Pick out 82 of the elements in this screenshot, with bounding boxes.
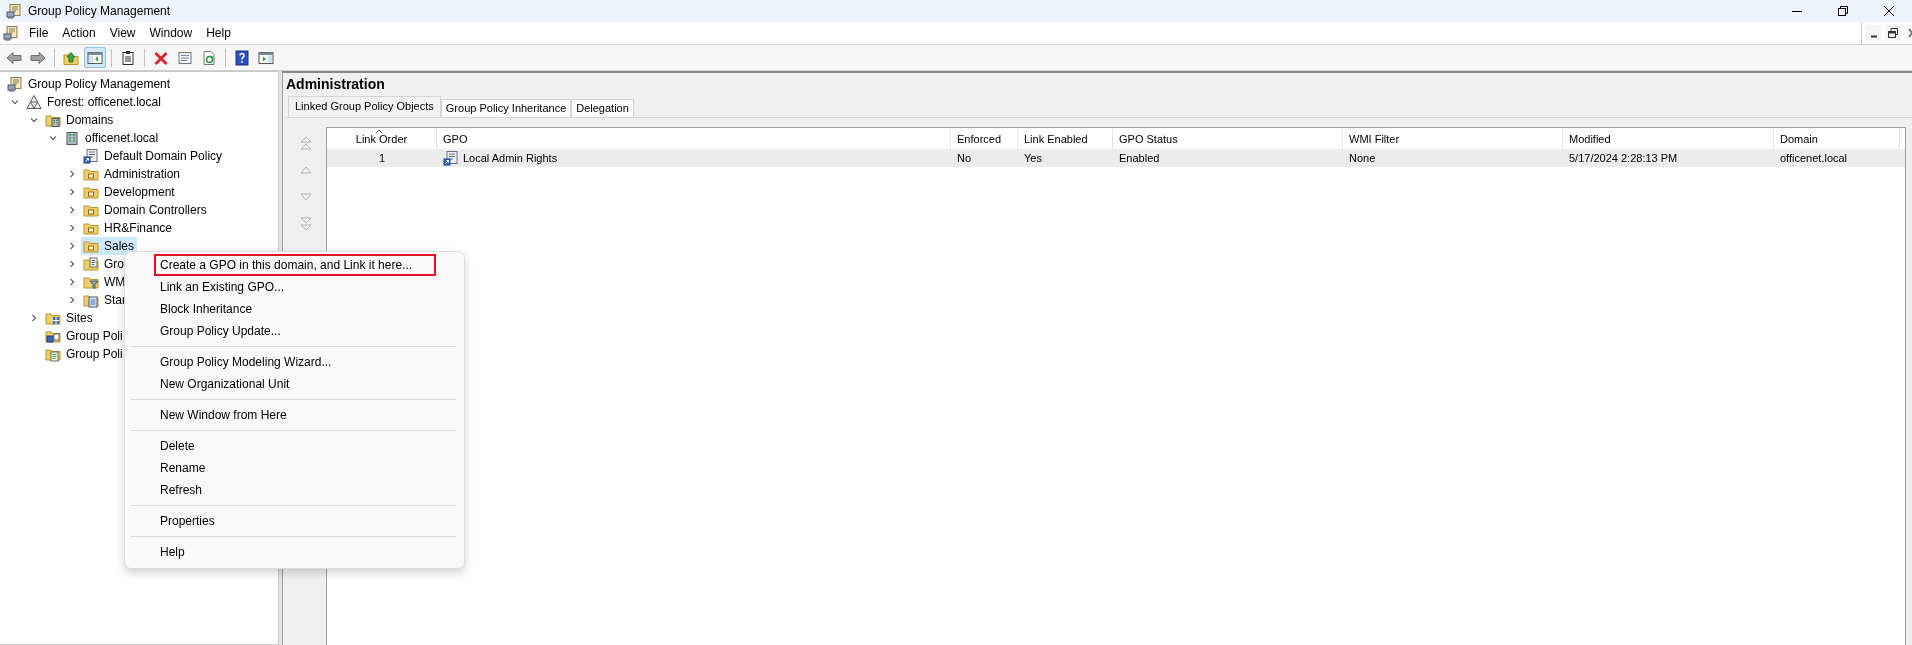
help-icon	[234, 49, 250, 66]
table-cell: No	[957, 152, 972, 164]
tree-item[interactable]: HR&Finance	[81, 219, 176, 237]
context-menu-item[interactable]: Delete	[154, 435, 436, 457]
menu-item[interactable]: File	[22, 23, 56, 43]
mdi-close-icon[interactable]	[1904, 25, 1912, 41]
folder-document-icon	[45, 346, 61, 362]
tree-item[interactable]: officenet.local	[62, 129, 162, 147]
scroll-icon	[7, 76, 23, 92]
table-cell: Yes	[1024, 152, 1042, 164]
refresh-icon	[201, 49, 217, 66]
up-folder-icon	[63, 49, 79, 66]
tree-item[interactable]: Domain Controllers	[81, 201, 210, 219]
context-menu-item[interactable]: Link an Existing GPO...	[154, 276, 436, 298]
building-icon	[64, 130, 80, 146]
context-menu-item[interactable]: Group Policy Modeling Wizard...	[154, 351, 436, 373]
tree-item[interactable]: Domains	[43, 111, 117, 129]
scroll-icon	[3, 25, 19, 41]
close-icon[interactable]	[1881, 3, 1897, 19]
tree-item[interactable]: Gro	[81, 255, 127, 273]
context-menu-item[interactable]: Refresh	[154, 479, 436, 501]
folder-icon	[83, 166, 99, 182]
context-menu-item[interactable]: Group Policy Update...	[154, 320, 436, 342]
tree-item[interactable]: Group Poli	[43, 345, 126, 363]
context-menu-item[interactable]: Rename	[154, 457, 436, 479]
mdi-restore-icon[interactable]	[1885, 25, 1901, 41]
menu-item[interactable]: Help	[199, 23, 238, 43]
window-title: Group Policy Management	[28, 4, 172, 18]
folder-icon	[83, 184, 99, 200]
menu-item[interactable]: View	[102, 23, 143, 43]
context-menu-item[interactable]: New Organizational Unit	[154, 373, 436, 395]
delete-icon	[153, 49, 169, 66]
tab[interactable]: Group Policy Inheritance	[440, 99, 572, 117]
context-menu-item[interactable]: Create a GPO in this domain, and Link it here...	[154, 254, 436, 276]
window-pane-icon	[87, 49, 103, 66]
forward-icon	[30, 49, 46, 66]
table-cell: Enabled	[1119, 152, 1160, 164]
folder-icon	[83, 238, 99, 254]
context-menu-item[interactable]: Properties	[154, 510, 436, 532]
tree-item[interactable]: Star	[81, 291, 129, 309]
tree-item[interactable]: Group Poli	[43, 327, 126, 345]
policy-document-icon	[83, 148, 99, 164]
tree-item[interactable]: WM	[81, 273, 129, 291]
table-cell: Local Admin Rights	[463, 152, 558, 164]
folder-filter-icon	[83, 274, 99, 290]
pane-title: Administration	[285, 75, 386, 94]
policy-document-icon	[443, 150, 459, 166]
table-cell: 1	[378, 152, 386, 164]
table-cell: 5/17/2024 2:28:13 PM	[1569, 152, 1678, 164]
pyramid-icon	[26, 94, 42, 110]
table-cell: None	[1349, 152, 1376, 164]
context-menu-item[interactable]: Block Inheritance	[154, 298, 436, 320]
window-pane-icon	[258, 49, 274, 66]
folder-network-icon	[45, 310, 61, 326]
tree-item[interactable]: Sites	[43, 309, 96, 327]
tree-item[interactable]: Forest: officenet.local	[24, 93, 164, 111]
context-menu-item[interactable]: Help	[154, 541, 436, 563]
context-menu-item[interactable]: New Window from Here	[154, 404, 436, 426]
tree-item[interactable]: Default Domain Policy	[81, 147, 226, 165]
folder-document-icon	[83, 256, 99, 272]
clipboard-icon	[120, 49, 136, 66]
tree-item[interactable]: Group Policy Management	[5, 75, 174, 93]
mdi-minimize-icon[interactable]	[1866, 25, 1882, 41]
tree-item[interactable]: Development	[81, 183, 178, 201]
folder-icon	[83, 202, 99, 218]
scroll-icon	[6, 3, 22, 19]
folder-icon	[83, 220, 99, 236]
restore-icon[interactable]	[1835, 3, 1851, 19]
folder-building-icon	[45, 112, 61, 128]
folder-list-icon	[83, 292, 99, 308]
toolbar-button[interactable]	[84, 47, 106, 68]
tree-item[interactable]: Administration	[81, 165, 184, 183]
folder-chart-icon	[45, 328, 61, 344]
tab[interactable]: Delegation	[571, 99, 634, 117]
table-cell: officenet.local	[1780, 152, 1848, 164]
tree-item[interactable]: Sales	[81, 237, 138, 255]
back-icon	[6, 49, 22, 66]
properties-icon	[177, 49, 193, 66]
table-row[interactable]: 1 Local Admin Rights No Yes Enabled None 5/17/2024 2:28:13 PM officenet.local	[327, 149, 1905, 167]
menu-item[interactable]: Window	[142, 23, 200, 43]
tab[interactable]: Linked Group Policy Objects	[288, 96, 441, 117]
menu-item[interactable]: Action	[55, 23, 103, 43]
